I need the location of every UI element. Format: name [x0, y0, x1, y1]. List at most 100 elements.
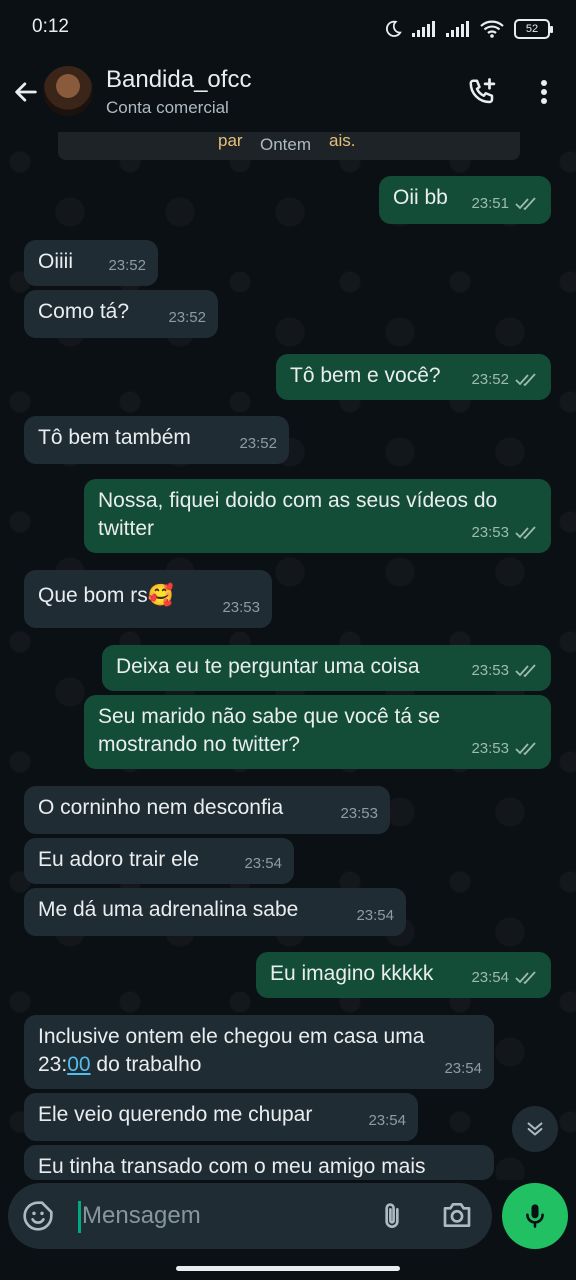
message-text: Eu adoro trair ele — [38, 848, 200, 871]
camera-button[interactable] — [440, 1199, 476, 1233]
system-banner-fragment-right: ais. — [329, 131, 356, 150]
sticker-emoji-icon — [23, 1201, 53, 1231]
wifi-icon — [480, 20, 504, 38]
more-options-button[interactable] — [526, 72, 562, 112]
moon-icon — [385, 20, 402, 37]
message-text: Tô bem e você? — [290, 364, 441, 387]
double-chevron-down-icon — [527, 1122, 543, 1136]
message-time: 23:53 — [222, 599, 260, 616]
emoji-button[interactable] — [22, 1200, 54, 1232]
voice-message-button[interactable] — [502, 1183, 568, 1249]
status-bar: 0:12 52 — [0, 0, 576, 56]
message-input[interactable] — [82, 1197, 372, 1235]
arrow-left-icon — [15, 82, 37, 102]
add-call-icon — [469, 78, 496, 104]
message-text: Como tá? — [38, 300, 130, 323]
signal-icon-2 — [446, 21, 469, 37]
message-meta: 23:52 — [471, 366, 539, 394]
message-time: 23:52 — [471, 371, 509, 388]
message-time: 23:53 — [340, 805, 378, 822]
double-check-icon — [515, 373, 536, 387]
message-time: 23:53 — [471, 524, 509, 541]
message-meta: 23:51 — [471, 190, 539, 218]
message-bubble[interactable]: Tô bem e você? 23:52 — [276, 354, 551, 400]
scroll-to-bottom-button[interactable] — [512, 1106, 558, 1152]
message-meta: 23:54 — [244, 850, 282, 878]
double-check-icon — [515, 742, 536, 756]
more-vertical-icon — [541, 80, 547, 104]
message-meta: 23:54 — [444, 1055, 482, 1083]
message-bubble[interactable]: Inclusive ontem ele chegou em casa uma 2… — [24, 1015, 494, 1089]
message-time: 23:54 — [244, 855, 282, 872]
message-text: Eu tinha transado com o meu amigo mais — [38, 1155, 426, 1178]
message-meta: 23:52 — [239, 430, 277, 458]
message-bubble[interactable]: Eu imagino kkkkk 23:54 — [256, 952, 551, 998]
battery-indicator: 52 — [514, 19, 553, 39]
contact-subtitle: Conta comercial — [106, 98, 229, 117]
message-text: Oii bb — [393, 186, 448, 209]
status-time: 0:12 — [32, 16, 69, 37]
message-text: Oiiii — [38, 250, 73, 273]
home-indicator[interactable] — [176, 1266, 400, 1271]
message-bubble[interactable]: Oii bb 23:51 — [379, 176, 551, 224]
message-bubble[interactable]: Como tá? 23:52 — [24, 290, 218, 338]
message-text: Ele veio querendo me chupar — [38, 1103, 313, 1126]
message-bubble[interactable]: Deixa eu te perguntar uma coisa 23:53 — [102, 645, 551, 691]
message-bubble[interactable]: Me dá uma adrenalina sabe 23:54 — [24, 888, 406, 936]
message-time: 23:54 — [471, 969, 509, 986]
message-bubble[interactable]: Que bom rs🥰 23:53 — [24, 570, 272, 628]
message-bubble[interactable]: O corninho nem desconfia 23:53 — [24, 786, 390, 834]
message-meta: 23:54 — [356, 902, 394, 930]
avatar[interactable] — [43, 66, 93, 116]
status-icons: 52 — [384, 16, 553, 42]
microphone-icon — [526, 1204, 544, 1228]
message-time: 23:51 — [471, 195, 509, 212]
text-cursor — [78, 1201, 81, 1233]
message-text: Inclusive ontem ele chegou em casa uma 2… — [38, 1025, 425, 1076]
paperclip-icon — [385, 1203, 399, 1228]
message-bubble[interactable]: Tô bem também 23:52 — [24, 416, 289, 464]
message-time: 23:54 — [356, 907, 394, 924]
message-time: 23:53 — [471, 662, 509, 679]
smiling-hearts-emoji: 🥰 — [147, 584, 174, 607]
message-meta: 23:53 — [222, 594, 260, 622]
double-check-icon — [515, 526, 536, 540]
message-bubble[interactable]: Eu tinha transado com o meu amigo mais — [24, 1145, 494, 1180]
message-meta: 23:54 — [368, 1107, 406, 1135]
message-text: Seu marido não sabe que você tá se mostr… — [98, 705, 441, 756]
message-text: O corninho nem desconfia — [38, 796, 284, 819]
message-time: 23:54 — [444, 1060, 482, 1077]
time-link[interactable]: 00 — [67, 1053, 90, 1076]
message-bubble[interactable]: Eu adoro trair ele 23:54 — [24, 838, 294, 884]
message-bubble[interactable]: Seu marido não sabe que você tá se mostr… — [84, 695, 551, 769]
message-meta: 23:53 — [471, 657, 539, 685]
message-meta: 23:53 — [471, 519, 539, 547]
message-text: Tô bem também — [38, 426, 191, 449]
message-meta: 23:52 — [168, 304, 206, 332]
message-time: 23:53 — [471, 740, 509, 757]
message-bubble[interactable]: Ele veio querendo me chupar 23:54 — [24, 1093, 418, 1141]
message-meta: 23:53 — [340, 800, 378, 828]
double-check-icon — [515, 971, 536, 985]
system-banner-fragment: par — [218, 131, 243, 150]
message-text: Que bom rs — [38, 584, 148, 607]
message-text: Me dá uma adrenalina sabe — [38, 898, 299, 921]
add-call-button[interactable] — [462, 72, 502, 112]
camera-icon — [443, 1203, 471, 1227]
contact-name[interactable]: Bandida_ofcc — [106, 66, 251, 94]
message-time: 23:52 — [108, 257, 146, 274]
message-text: Eu imagino kkkkk — [270, 962, 434, 985]
message-text: Deixa eu te perguntar uma coisa — [116, 655, 420, 678]
message-time: 23:52 — [168, 309, 206, 326]
double-check-icon — [515, 197, 536, 211]
message-bubble[interactable]: Oiiii 23:52 — [24, 240, 158, 286]
attach-button[interactable] — [376, 1199, 408, 1233]
signal-icon — [412, 21, 435, 37]
message-meta: 23:53 — [471, 735, 539, 763]
chat-header: Bandida_ofcc Conta comercial — [0, 56, 576, 132]
message-time: 23:54 — [368, 1112, 406, 1129]
message-meta: 23:54 — [471, 964, 539, 992]
message-bubble[interactable]: Nossa, fiquei doido com as seus vídeos d… — [84, 479, 551, 553]
back-button[interactable] — [8, 74, 44, 110]
message-time: 23:52 — [239, 435, 277, 452]
